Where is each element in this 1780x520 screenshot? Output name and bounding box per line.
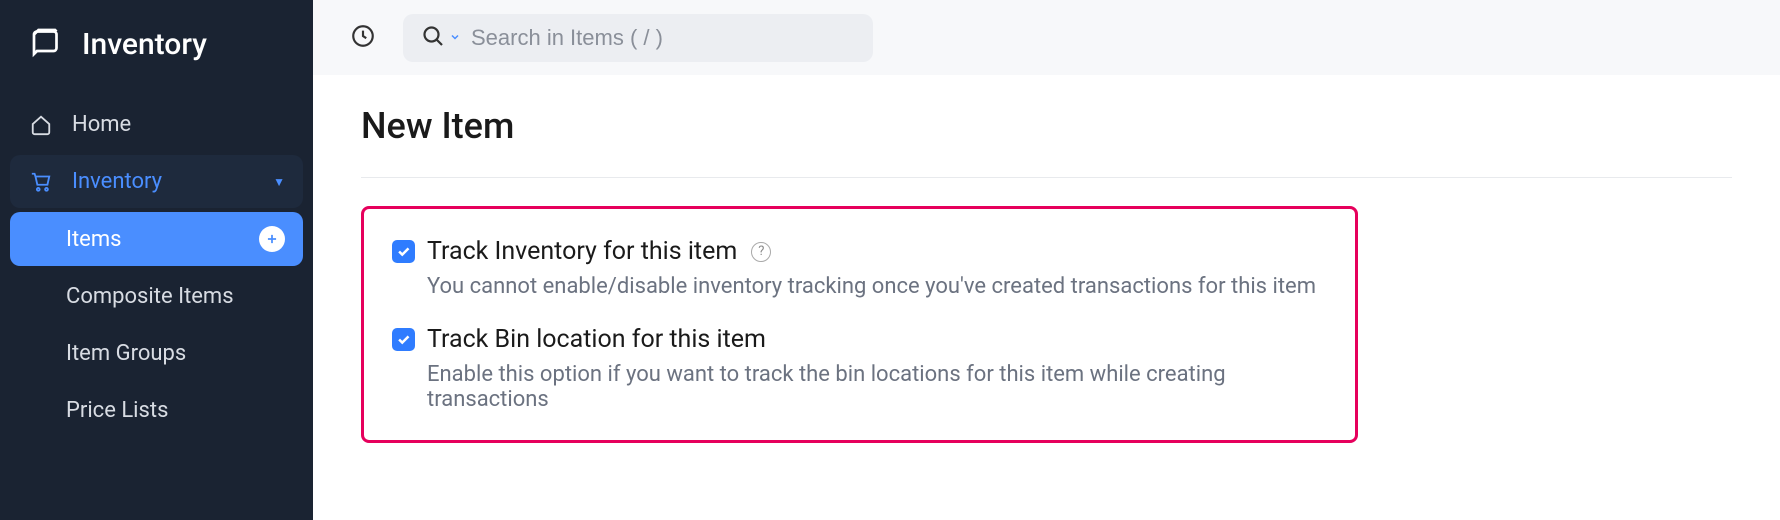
track-bin-desc: Enable this option if you want to track … <box>392 362 1327 412</box>
track-inventory-label: Track Inventory for this item <box>427 237 737 266</box>
app-title: Inventory <box>82 27 207 62</box>
sidebar: Inventory Home Inventory ▼ Items Composi… <box>0 0 313 520</box>
help-icon[interactable]: ? <box>751 242 771 262</box>
nav-item-groups[interactable]: Item Groups <box>10 327 303 380</box>
nav-pricelists-label: Price Lists <box>66 398 168 423</box>
inventory-logo-icon <box>28 24 64 64</box>
nav-price-lists[interactable]: Price Lists <box>10 384 303 437</box>
search-box[interactable] <box>403 14 873 62</box>
tracking-options-panel: Track Inventory for this item ? You cann… <box>361 206 1358 443</box>
track-inventory-desc: You cannot enable/disable inventory trac… <box>392 274 1327 299</box>
nav-list: Home Inventory ▼ Items Composite Items I… <box>0 88 313 441</box>
nav-inventory-label: Inventory <box>72 169 162 194</box>
divider <box>361 177 1732 178</box>
main: New Item Track Inventory for this item ?… <box>313 0 1780 520</box>
nav-inventory[interactable]: Inventory ▼ <box>10 155 303 208</box>
track-bin-label: Track Bin location for this item <box>427 325 766 354</box>
add-item-button[interactable] <box>259 226 285 252</box>
nav-home-label: Home <box>72 112 131 137</box>
track-inventory-checkbox[interactable] <box>392 240 415 263</box>
search-scope-button[interactable] <box>421 24 461 52</box>
page-title: New Item <box>361 105 1732 147</box>
nav-items-label: Items <box>66 227 122 252</box>
sidebar-header: Inventory <box>0 0 313 88</box>
cart-icon <box>28 171 54 193</box>
history-button[interactable] <box>343 18 383 58</box>
search-input[interactable] <box>471 25 855 51</box>
chevron-down-icon <box>449 28 461 47</box>
track-bin-row: Track Bin location for this item <box>392 325 1327 354</box>
nav-home[interactable]: Home <box>10 98 303 151</box>
nav-groups-label: Item Groups <box>66 341 186 366</box>
page-content: New Item Track Inventory for this item ?… <box>313 75 1780 520</box>
clock-icon <box>350 23 376 53</box>
search-icon <box>421 24 445 52</box>
home-icon <box>28 114 54 136</box>
nav-composite-label: Composite Items <box>66 284 234 309</box>
chevron-down-icon: ▼ <box>273 175 285 189</box>
topbar <box>313 0 1780 75</box>
track-bin-checkbox[interactable] <box>392 328 415 351</box>
nav-items[interactable]: Items <box>10 212 303 266</box>
nav-composite-items[interactable]: Composite Items <box>10 270 303 323</box>
track-inventory-row: Track Inventory for this item ? <box>392 237 1327 266</box>
